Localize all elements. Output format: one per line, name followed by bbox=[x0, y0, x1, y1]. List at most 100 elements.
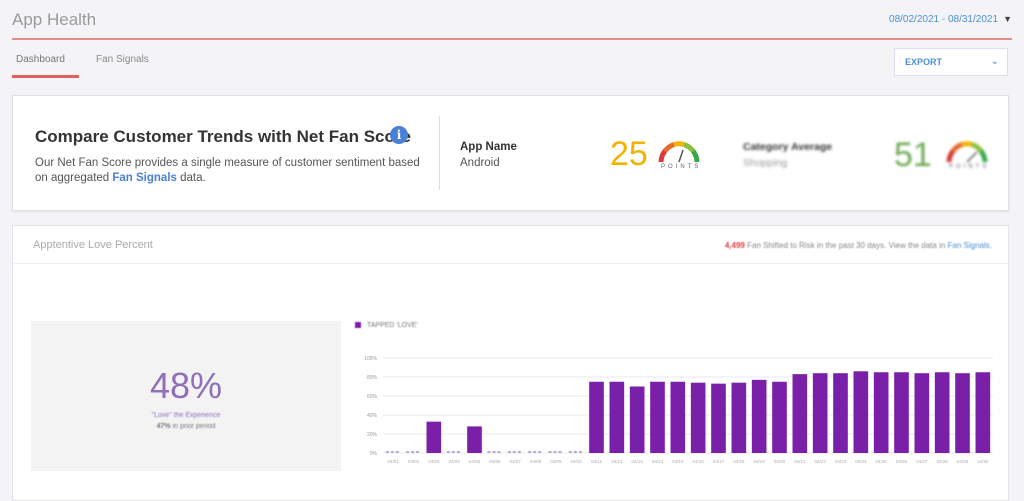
y-tick-label: 20% bbox=[367, 432, 378, 438]
chart-bar[interactable] bbox=[629, 386, 645, 454]
x-tick-label: 04/08 bbox=[530, 459, 542, 464]
x-tick-label: 04/26 bbox=[896, 459, 908, 464]
fan-signals-link[interactable]: Fan Signals. bbox=[948, 241, 992, 250]
chart-bar[interactable] bbox=[426, 421, 442, 453]
shift-text: Fan Shifted to Risk in the past 30 days.… bbox=[744, 241, 948, 250]
chart-bar[interactable] bbox=[670, 381, 686, 453]
gauge-label: POINTS bbox=[661, 164, 702, 170]
x-tick-label: 04/24 bbox=[855, 459, 867, 464]
love-caption: "Love" the Experience bbox=[151, 412, 221, 419]
x-tick-label: 04/25 bbox=[876, 459, 888, 464]
x-tick-label: 04/23 bbox=[835, 459, 847, 464]
love-percent-value: 48% bbox=[149, 365, 223, 406]
info-icon[interactable]: i bbox=[390, 126, 408, 144]
tab-dashboard[interactable]: Dashboard bbox=[12, 54, 79, 78]
shift-note: 4,499 Fan Shifted to Risk in the past 30… bbox=[725, 241, 992, 250]
chart-bar[interactable] bbox=[792, 374, 808, 453]
x-tick-label: 04/06 bbox=[489, 459, 501, 464]
y-tick-label: 40% bbox=[367, 413, 378, 419]
chart-bar[interactable] bbox=[751, 379, 767, 453]
x-tick-label: 04/11 bbox=[591, 459, 602, 464]
x-tick-label: 04/28 bbox=[937, 459, 949, 464]
x-tick-label: 04/22 bbox=[815, 459, 827, 464]
chart-bar[interactable] bbox=[772, 381, 787, 453]
date-range-picker[interactable]: 08/02/2021 - 08/31/2021 bbox=[889, 14, 998, 25]
y-tick-label: 60% bbox=[367, 394, 378, 400]
card-title: Compare Customer Trends with Net Fan Sco… bbox=[35, 127, 411, 146]
page-title: App Health bbox=[12, 10, 97, 29]
card-header: Apptentive Love Percent 4,499 Fan Shifte… bbox=[13, 226, 1008, 264]
x-tick-label: 04/19 bbox=[754, 459, 766, 464]
chevron-down-icon: ⌄ bbox=[990, 56, 999, 67]
love-summary: 48% "Love" the Experience 47% in prior p… bbox=[31, 321, 341, 471]
category-score: 51 bbox=[894, 136, 932, 174]
x-tick-label: 04/04 bbox=[449, 459, 461, 464]
tab-fan-signals[interactable]: Fan Signals bbox=[96, 54, 149, 75]
chart-bar[interactable] bbox=[975, 372, 991, 453]
prior-value: 47% bbox=[156, 423, 171, 430]
prior-period: 47% in prior period bbox=[31, 423, 341, 430]
card-title: Apptentive Love Percent bbox=[33, 239, 153, 251]
fan-signals-link[interactable]: Fan Signals bbox=[112, 172, 177, 184]
shift-count: 4,499 bbox=[724, 241, 745, 250]
tab-bar: Dashboard Fan Signals EXPORT ⌄ bbox=[12, 44, 1012, 80]
chart-bar[interactable] bbox=[609, 381, 625, 453]
app-platform: Android bbox=[460, 157, 500, 169]
x-tick-label: 04/21 bbox=[794, 459, 806, 464]
x-tick-label: 04/27 bbox=[916, 459, 928, 464]
chart-bar[interactable] bbox=[690, 382, 706, 453]
x-tick-label: 04/16 bbox=[693, 459, 705, 464]
chart-bar[interactable] bbox=[873, 372, 889, 453]
category-name: Shopping bbox=[743, 157, 788, 169]
love-percent-card: Apptentive Love Percent 4,499 Fan Shifte… bbox=[12, 225, 1009, 501]
x-tick-label: 04/03 bbox=[428, 459, 440, 464]
x-tick-label: 04/29 bbox=[957, 459, 969, 464]
y-tick-label: 0% bbox=[370, 451, 378, 457]
chart-bar[interactable] bbox=[853, 371, 869, 453]
net-fan-score-card: Compare Customer Trends with Net Fan Sco… bbox=[12, 95, 1009, 211]
love-bar-chart: 0% 20% 40% 60% 80% 100% 04/01 04/02 04/03 04/04 04… bbox=[364, 356, 993, 464]
app-score: 25 bbox=[610, 135, 648, 173]
x-tick-label: 04/17 bbox=[713, 459, 725, 464]
x-tick-label: 04/18 bbox=[733, 459, 745, 464]
export-dropdown[interactable]: EXPORT ⌄ bbox=[894, 48, 1008, 76]
caret-down-icon[interactable]: ▼ bbox=[1003, 14, 1012, 24]
chart-bar[interactable] bbox=[894, 372, 909, 453]
chart-legend: TAPPED 'LOVE' bbox=[355, 322, 418, 329]
chart-bar[interactable] bbox=[589, 381, 604, 453]
y-tick-label: 80% bbox=[367, 375, 378, 381]
x-tick-label: 04/07 bbox=[510, 459, 522, 464]
prior-text: in prior period bbox=[170, 423, 216, 430]
category-label: Category Average bbox=[743, 141, 833, 153]
gauge-label: POINTS bbox=[949, 164, 990, 170]
chart-bar[interactable] bbox=[650, 381, 665, 453]
x-tick-label: 04/20 bbox=[774, 459, 786, 464]
y-tick-label: 100% bbox=[364, 356, 377, 362]
chart-bar[interactable] bbox=[914, 373, 930, 453]
chart-bar[interactable] bbox=[467, 426, 482, 453]
description-text: Our Net Fan Score provides a single meas… bbox=[35, 157, 420, 184]
x-tick-label: 04/09 bbox=[550, 459, 562, 464]
legend-label: TAPPED 'LOVE' bbox=[367, 322, 418, 329]
chart-bar[interactable] bbox=[731, 382, 747, 453]
chart-bar[interactable] bbox=[955, 373, 970, 453]
x-tick-label: 04/02 bbox=[408, 459, 420, 464]
x-tick-label: 04/01 bbox=[388, 459, 400, 464]
top-bar: App Health 08/02/2021 - 08/31/2021 ▼ bbox=[12, 0, 1012, 40]
chart-bar[interactable] bbox=[711, 383, 726, 453]
divider bbox=[439, 116, 440, 190]
description-suffix: data. bbox=[176, 172, 206, 184]
x-tick-label: 04/13 bbox=[632, 459, 644, 464]
x-tick-label: 04/05 bbox=[469, 459, 481, 464]
app-name-label: App Name bbox=[460, 141, 517, 153]
x-tick-label: 04/30 bbox=[977, 459, 989, 464]
chart-bar[interactable] bbox=[934, 372, 950, 453]
x-tick-label: 04/15 bbox=[672, 459, 684, 464]
export-label: EXPORT bbox=[905, 57, 943, 67]
x-tick-label: 04/10 bbox=[571, 459, 583, 464]
chart-bar[interactable] bbox=[833, 373, 848, 453]
chart-bar[interactable] bbox=[812, 373, 828, 453]
x-tick-label: 04/14 bbox=[652, 459, 664, 464]
legend-swatch bbox=[355, 322, 361, 329]
card-description: Our Net Fan Score provides a single meas… bbox=[35, 156, 425, 186]
